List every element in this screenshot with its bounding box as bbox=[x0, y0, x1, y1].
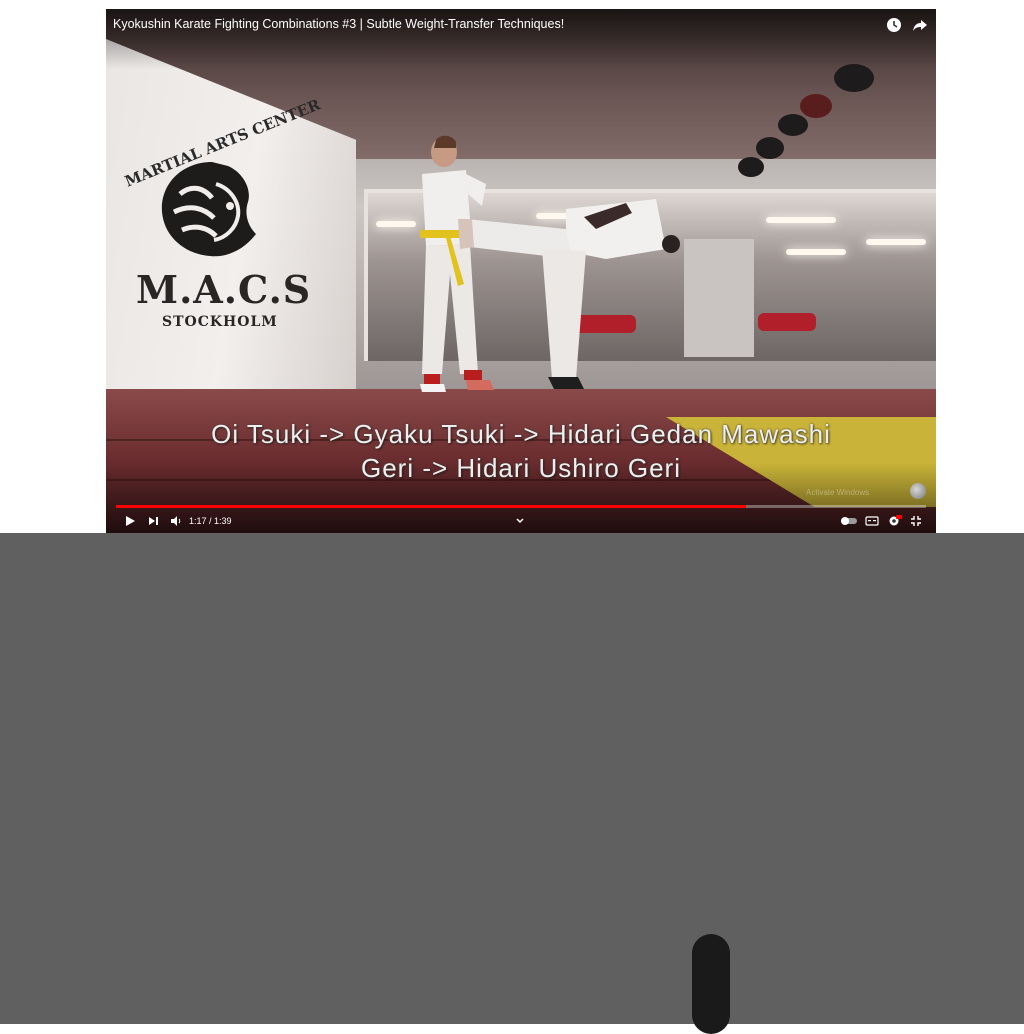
exit-fullscreen-icon[interactable] bbox=[910, 514, 922, 532]
scroll-handle[interactable] bbox=[692, 934, 730, 1034]
scene-pillar bbox=[684, 239, 754, 357]
captions-icon[interactable] bbox=[865, 514, 879, 532]
autoplay-toggle-icon[interactable] bbox=[840, 514, 858, 532]
video-player[interactable]: MARTIAL ARTS CENTER M.A.C.S STOCKHOLM Ky… bbox=[106, 9, 936, 533]
volume-icon[interactable] bbox=[170, 514, 182, 532]
scene-bag bbox=[758, 313, 816, 331]
subtitle-line-1: Oi Tsuki -> Gyaku Tsuki -> Hidari Gedan … bbox=[211, 419, 831, 449]
windows-activation-watermark: Activate Windows bbox=[806, 488, 870, 497]
lion-logo-icon bbox=[161, 162, 256, 257]
subtitle-line-2: Geri -> Hidari Ushiro Geri bbox=[360, 453, 681, 483]
scene-glove bbox=[800, 94, 832, 118]
scene-light bbox=[766, 217, 836, 223]
progress-bar[interactable] bbox=[116, 505, 926, 508]
clock-icon[interactable] bbox=[886, 17, 902, 33]
play-icon[interactable] bbox=[124, 514, 136, 532]
scene-glove bbox=[756, 137, 784, 159]
share-icon[interactable] bbox=[912, 17, 928, 33]
chevron-down-icon[interactable] bbox=[515, 513, 525, 531]
scene-glove bbox=[778, 114, 808, 136]
scene-light bbox=[866, 239, 926, 245]
wall-logo-sub: STOCKHOLM bbox=[162, 314, 278, 330]
settings-icon[interactable] bbox=[888, 514, 902, 532]
scene-glove bbox=[738, 157, 764, 177]
fighter-right bbox=[458, 199, 680, 389]
channel-avatar[interactable] bbox=[910, 483, 926, 499]
player-controls: 1:17 / 1:39 bbox=[106, 512, 936, 532]
wall-logo-main: M.A.C.S bbox=[136, 267, 312, 312]
top-right-actions bbox=[886, 17, 928, 33]
video-title[interactable]: Kyokushin Karate Fighting Combinations #… bbox=[113, 17, 564, 31]
time-display: 1:17 / 1:39 bbox=[189, 516, 232, 526]
page-background bbox=[0, 533, 1024, 1024]
scene-light bbox=[786, 249, 846, 255]
next-icon[interactable] bbox=[148, 514, 160, 532]
progress-played bbox=[116, 505, 747, 508]
